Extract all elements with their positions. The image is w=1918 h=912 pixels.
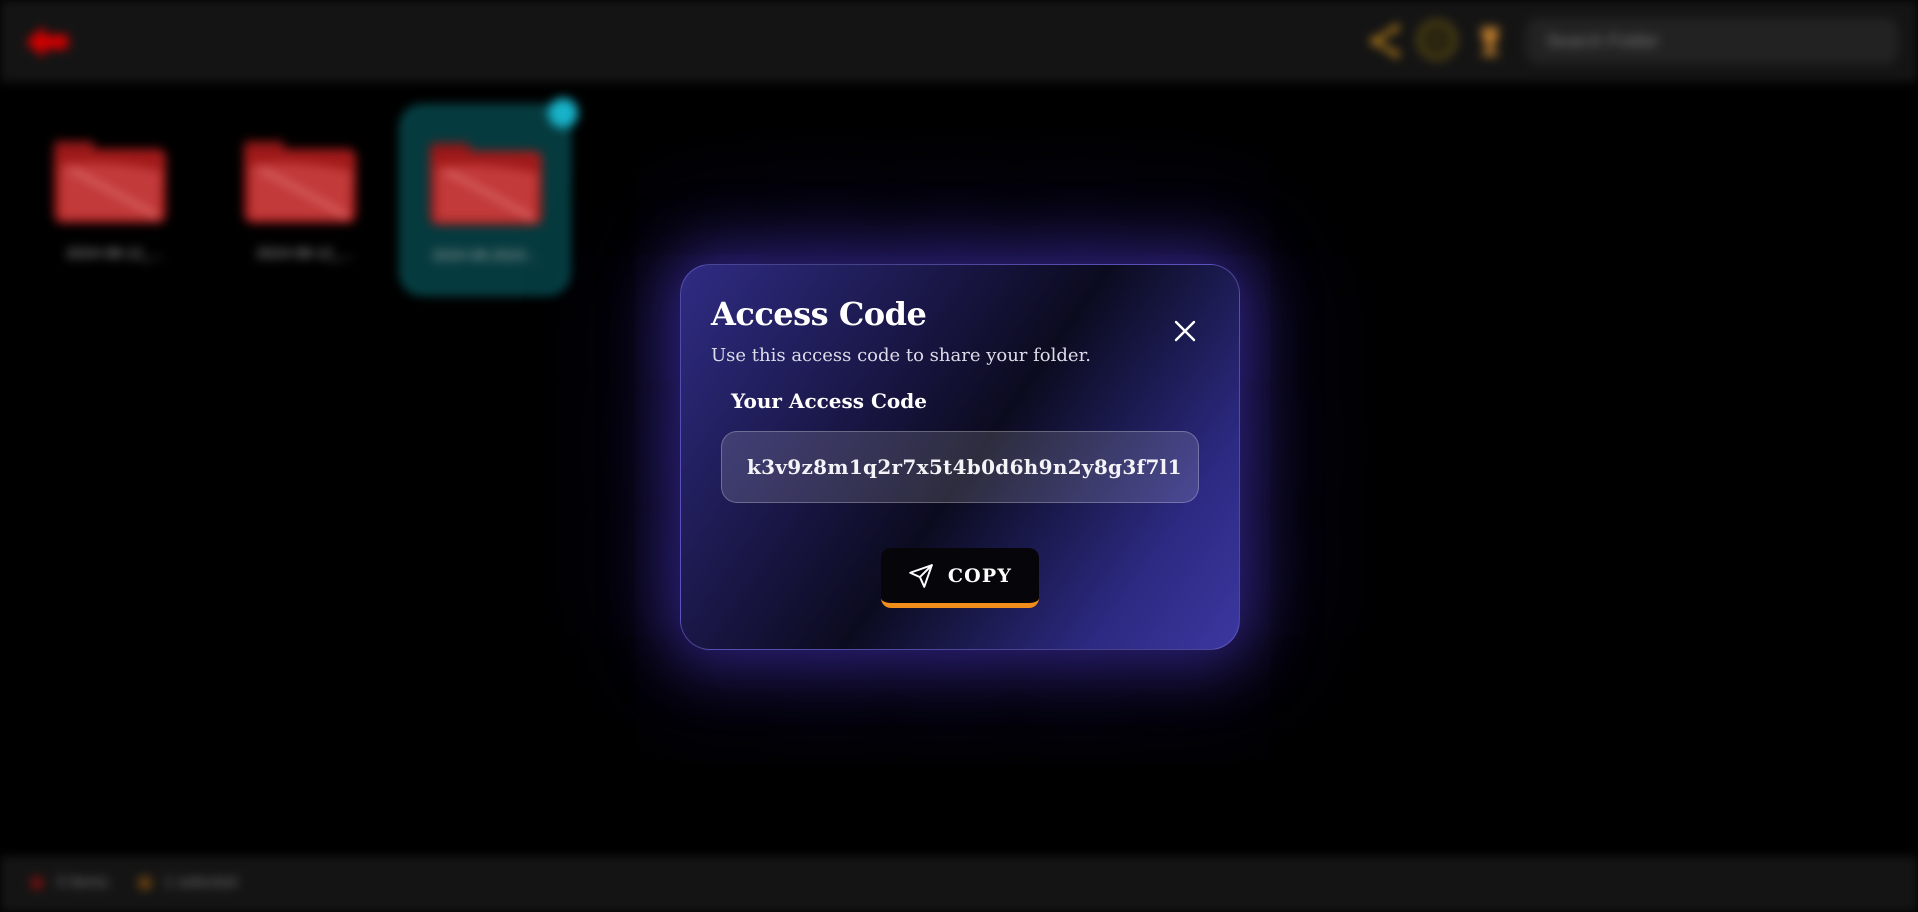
close-button[interactable] xyxy=(1169,315,1201,347)
access-code-field[interactable]: k3v9z8m1q2r7x5t4b0d6h9n2y8g3f7l1 xyxy=(721,431,1199,503)
folder-name: 2024-08-12_... xyxy=(256,245,354,262)
folder-icon xyxy=(244,141,356,223)
access-code-modal: Access Code Use this access code to shar… xyxy=(680,264,1240,650)
folder-name: 2024-08-12_... xyxy=(66,245,164,262)
access-code-value: k3v9z8m1q2r7x5t4b0d6h9n2y8g3f7l1 xyxy=(747,455,1182,479)
copy-button-label: COPY xyxy=(947,564,1013,587)
trophy-icon[interactable] xyxy=(1476,24,1504,58)
folder-item-selected[interactable]: 2024-08-2024... xyxy=(400,105,570,295)
orange-dot-icon xyxy=(138,876,152,890)
folder-item[interactable]: 2024-08-12_... xyxy=(220,105,390,295)
send-icon xyxy=(909,563,933,588)
selected-count: 1 selected xyxy=(138,874,237,892)
item-count-label: 3 Items xyxy=(56,874,109,891)
close-icon xyxy=(1174,320,1196,342)
top-bar: Search Folder xyxy=(0,0,1918,82)
folder-icon xyxy=(54,141,166,223)
status-bar: 3 Items 1 selected xyxy=(0,856,1918,912)
access-code-label: Your Access Code xyxy=(731,389,927,413)
folder-icon xyxy=(430,143,542,225)
modal-title: Access Code xyxy=(711,295,927,333)
selected-count-label: 1 selected xyxy=(164,874,237,891)
search-input[interactable]: Search Folder xyxy=(1526,18,1898,64)
folder-item[interactable]: 2024-08-12_... xyxy=(30,105,200,295)
search-placeholder: Search Folder xyxy=(1546,30,1660,51)
copy-button[interactable]: COPY xyxy=(881,548,1039,608)
modal-subtitle: Use this access code to share your folde… xyxy=(711,345,1091,366)
user-avatar-icon[interactable] xyxy=(1417,20,1457,60)
selected-check-icon xyxy=(548,98,578,128)
back-arrow-icon[interactable] xyxy=(22,22,72,62)
share-icon[interactable] xyxy=(1370,24,1400,58)
item-count: 3 Items xyxy=(30,874,108,892)
red-dot-icon xyxy=(30,876,44,890)
folder-name: 2024-08-2024... xyxy=(432,247,538,264)
